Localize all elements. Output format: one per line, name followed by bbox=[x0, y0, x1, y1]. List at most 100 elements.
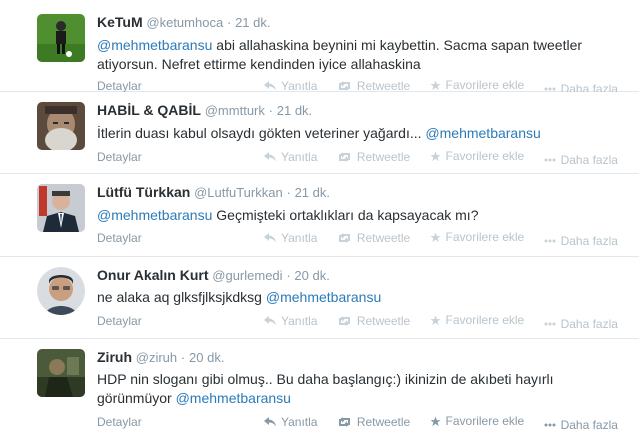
reply-label: Yanıtla bbox=[281, 78, 318, 93]
reply-button[interactable]: Yanıtla bbox=[264, 79, 317, 93]
tweet-header: Lütfü Türkkan @LutfuTurkkan · 21 dk. bbox=[97, 184, 330, 200]
more-dots-icon bbox=[544, 423, 556, 426]
retweet-button[interactable]: Retweetle bbox=[337, 231, 410, 245]
separator-dot: · bbox=[226, 15, 232, 30]
tweet-fullname[interactable]: Ziruh bbox=[97, 349, 132, 365]
reply-label: Yanıtla bbox=[281, 149, 318, 164]
separator-dot: · bbox=[268, 103, 273, 118]
favorite-button[interactable]: Favorilere ekle bbox=[429, 230, 525, 244]
tweet-actions: Yanıtla Retweetle Favorilere ekle Daha f… bbox=[264, 230, 634, 248]
soccer-player-avatar-icon[interactable] bbox=[37, 14, 85, 62]
reply-button[interactable]: Yanıtla bbox=[264, 415, 317, 429]
favorite-button[interactable]: Favorilere ekle bbox=[429, 414, 525, 428]
timeline: KeTuM @ketumhoca · 21 dk. @mehmetbaransu… bbox=[0, 0, 639, 440]
tweet[interactable]: Onur Akalın Kurt @gurlemedi · 20 dk. ne … bbox=[0, 257, 639, 339]
tweet-username[interactable]: @ketumhoca bbox=[146, 15, 223, 30]
star-icon bbox=[429, 415, 441, 426]
mention-link[interactable]: @mehmetbaransu bbox=[176, 390, 291, 406]
reply-icon bbox=[264, 232, 276, 242]
more-dots-icon bbox=[544, 87, 556, 90]
old-man-avatar-icon[interactable] bbox=[37, 102, 85, 150]
tweet-text: @mehmetbaransu abi allahaskina beynini m… bbox=[97, 36, 627, 74]
retweet-button[interactable]: Retweetle bbox=[337, 415, 410, 429]
details-link[interactable]: Detaylar bbox=[97, 79, 142, 93]
favorite-label: Favorilere ekle bbox=[445, 149, 525, 163]
favorite-label: Favorilere ekle bbox=[445, 313, 525, 327]
young-man-avatar-icon[interactable] bbox=[37, 267, 85, 315]
mention-link[interactable]: @mehmetbaransu bbox=[97, 207, 212, 223]
retweet-button[interactable]: Retweetle bbox=[337, 79, 410, 93]
star-icon bbox=[429, 150, 441, 161]
mention-link[interactable]: @mehmetbaransu bbox=[425, 125, 540, 141]
tweet-timestamp[interactable]: 21 dk. bbox=[277, 103, 312, 118]
favorite-button[interactable]: Favorilere ekle bbox=[429, 78, 525, 92]
tweet-actions: Yanıtla Retweetle Favorilere ekle Daha f… bbox=[264, 149, 634, 167]
reply-icon bbox=[264, 315, 276, 325]
more-button[interactable]: Daha fazla bbox=[544, 153, 618, 167]
tweet-actions: Yanıtla Retweetle Favorilere ekle Daha f… bbox=[264, 313, 634, 331]
mention-link[interactable]: @mehmetbaransu bbox=[266, 289, 381, 305]
tweet-header: HABİL & QABİL @mmtturk · 21 dk. bbox=[97, 102, 312, 118]
tweet-fullname[interactable]: Onur Akalın Kurt bbox=[97, 267, 209, 283]
more-dots-icon bbox=[544, 239, 556, 242]
mention-link[interactable]: @mehmetbaransu bbox=[97, 37, 212, 53]
favorite-label: Favorilere ekle bbox=[445, 78, 525, 92]
more-label: Daha fazla bbox=[560, 233, 618, 248]
cartoon-avatar-icon[interactable] bbox=[37, 349, 85, 397]
star-icon bbox=[429, 79, 441, 90]
tweet-fullname[interactable]: HABİL & QABİL bbox=[97, 102, 201, 118]
tweet-timestamp[interactable]: 21 dk. bbox=[235, 15, 270, 30]
details-link[interactable]: Detaylar bbox=[97, 150, 142, 164]
more-button[interactable]: Daha fazla bbox=[544, 317, 618, 331]
reply-label: Yanıtla bbox=[281, 414, 318, 429]
retweet-button[interactable]: Retweetle bbox=[337, 150, 410, 164]
tweet-text: İtlerin duası kabul olsaydı gökten veter… bbox=[97, 124, 627, 143]
favorite-label: Favorilere ekle bbox=[445, 230, 525, 244]
tweet-timestamp[interactable]: 21 dk. bbox=[295, 185, 330, 200]
tweet-timestamp[interactable]: 20 dk. bbox=[294, 268, 329, 283]
tweet-fullname[interactable]: KeTuM bbox=[97, 14, 143, 30]
tweet[interactable]: Ziruh @ziruh · 20 dk. HDP nin sloganı gi… bbox=[0, 339, 639, 440]
tweet-header: Ziruh @ziruh · 20 dk. bbox=[97, 349, 224, 365]
more-dots-icon bbox=[544, 158, 556, 161]
retweet-icon bbox=[338, 315, 350, 326]
tweet-username[interactable]: @ziruh bbox=[136, 350, 177, 365]
more-label: Daha fazla bbox=[560, 417, 618, 432]
reply-button[interactable]: Yanıtla bbox=[264, 231, 317, 245]
details-link[interactable]: Detaylar bbox=[97, 415, 142, 429]
tweet-username[interactable]: @LutfuTurkkan bbox=[194, 185, 283, 200]
retweet-label: Retweetle bbox=[356, 313, 411, 328]
details-link[interactable]: Detaylar bbox=[97, 314, 142, 328]
reply-icon bbox=[264, 151, 276, 161]
tweet-text-body: Geçmişteki ortaklıkları da kapsayacak mı… bbox=[212, 207, 479, 223]
reply-icon bbox=[264, 80, 276, 90]
favorite-label: Favorilere ekle bbox=[445, 414, 525, 428]
retweet-label: Retweetle bbox=[356, 230, 411, 245]
man-in-suit-avatar-icon[interactable] bbox=[37, 184, 85, 232]
reply-button[interactable]: Yanıtla bbox=[264, 314, 317, 328]
retweet-button[interactable]: Retweetle bbox=[337, 314, 410, 328]
more-button[interactable]: Daha fazla bbox=[544, 418, 618, 432]
reply-button[interactable]: Yanıtla bbox=[264, 150, 317, 164]
favorite-button[interactable]: Favorilere ekle bbox=[429, 313, 525, 327]
tweet-username[interactable]: @gurlemedi bbox=[212, 268, 282, 283]
more-label: Daha fazla bbox=[560, 152, 618, 167]
favorite-button[interactable]: Favorilere ekle bbox=[429, 149, 525, 163]
tweet-text: @mehmetbaransu Geçmişteki ortaklıkları d… bbox=[97, 206, 627, 225]
tweet-username[interactable]: @mmtturk bbox=[205, 103, 265, 118]
tweet-timestamp[interactable]: 20 dk. bbox=[189, 350, 224, 365]
tweet-text: ne alaka aq glksfjlksjkdksg @mehmetbaran… bbox=[97, 288, 627, 307]
tweet[interactable]: HABİL & QABİL @mmtturk · 21 dk. İtlerin … bbox=[0, 92, 639, 174]
retweet-icon bbox=[338, 80, 350, 91]
tweet-text-line2: görünmüyor @mehmetbaransu bbox=[97, 389, 627, 408]
tweet-fullname[interactable]: Lütfü Türkkan bbox=[97, 184, 190, 200]
details-link[interactable]: Detaylar bbox=[97, 231, 142, 245]
star-icon bbox=[429, 231, 441, 242]
tweet[interactable]: Lütfü Türkkan @LutfuTurkkan · 21 dk. @me… bbox=[0, 174, 639, 257]
tweet-actions: Yanıtla Retweetle Favorilere ekle Daha f… bbox=[264, 414, 634, 432]
retweet-icon bbox=[338, 416, 350, 427]
tweet[interactable]: KeTuM @ketumhoca · 21 dk. @mehmetbaransu… bbox=[0, 0, 639, 96]
more-button[interactable]: Daha fazla bbox=[544, 234, 618, 248]
tweet-text-line2: atiyorsun. Nefret ettirme kendinden iyic… bbox=[97, 56, 421, 72]
separator-dot: · bbox=[286, 268, 291, 283]
